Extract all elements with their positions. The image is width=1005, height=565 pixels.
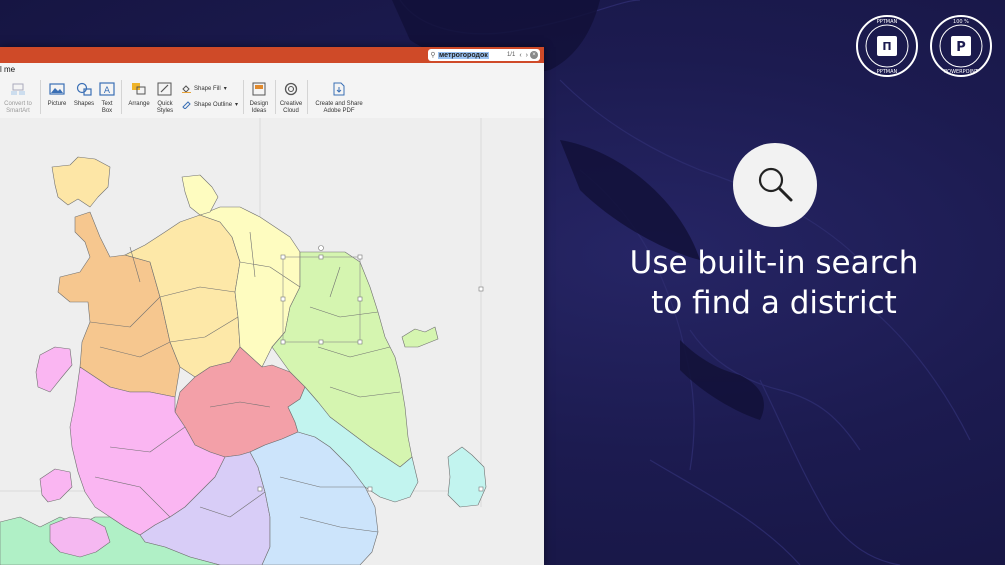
quick-styles-button[interactable]: Quick Styles — [153, 82, 177, 115]
search-next-icon[interactable]: › — [526, 52, 528, 59]
district-west-island — [35, 346, 73, 393]
shape-fill-button[interactable]: Shape Fill ▾ — [182, 84, 227, 93]
textbox-button[interactable]: A Text Box — [97, 82, 117, 115]
magnifier-glyph-icon — [758, 167, 793, 202]
pdf-icon — [333, 82, 345, 96]
search-icon: ⚲ — [430, 52, 436, 59]
arrange-button[interactable]: Arrange — [126, 82, 152, 108]
district-southeast-island — [447, 446, 487, 508]
convert-smartart-button[interactable]: Convert to SmartArt — [2, 82, 34, 115]
svg-text:PPTMAN: PPTMAN — [877, 69, 898, 75]
search-input[interactable]: метрогородок — [438, 51, 489, 59]
powerpoint-window: ⚲ метрогородок 1/1 ‹ › × l me Convert to… — [0, 47, 544, 565]
picture-label: Picture — [47, 101, 67, 107]
search-result-count: 1/1 — [506, 52, 516, 58]
creative-cloud-icon — [284, 82, 298, 96]
picture-button[interactable]: Picture — [45, 82, 69, 108]
svg-text:POWERPOINT: POWERPOINT — [944, 69, 979, 75]
ribbon-tabs: l me — [0, 63, 544, 76]
create-pdf-button[interactable]: Create and Share Adobe PDF — [312, 82, 366, 115]
editable-powerpoint-badge: P 100 % POWERPOINT — [930, 15, 992, 77]
ribbon-divider — [121, 80, 122, 114]
arrange-label: Arrange — [128, 101, 150, 107]
paint-bucket-icon — [182, 85, 191, 93]
svg-text:П: П — [882, 40, 891, 53]
shapes-label: Shapes — [73, 101, 95, 107]
headline-line-2: to find a district — [651, 285, 897, 321]
ribbon-divider — [307, 80, 308, 114]
design-ideas-icon — [252, 82, 266, 96]
ribbon: Convert to SmartArt Picture Shapes A Tex… — [0, 76, 544, 119]
create-pdf-label: Create and Share Adobe PDF — [315, 101, 363, 114]
svg-text:PPTMAN: PPTMAN — [877, 19, 898, 25]
arrange-icon — [132, 83, 146, 95]
slide-canvas[interactable] — [0, 118, 544, 565]
pen-icon — [182, 101, 191, 109]
svg-text:100 %: 100 % — [953, 19, 969, 25]
chevron-down-icon: ▾ — [223, 86, 227, 92]
textbox-label: Text Box — [101, 101, 113, 114]
pptman-badge: П PPTMAN PPTMAN — [856, 15, 918, 77]
title-bar: ⚲ метрогородок 1/1 ‹ › × — [0, 47, 544, 63]
smartart-icon — [11, 83, 25, 95]
search-box[interactable]: ⚲ метрогородок 1/1 ‹ › × — [428, 49, 540, 61]
svg-text:A: A — [104, 86, 111, 96]
textbox-icon: A — [99, 82, 115, 96]
ribbon-divider — [243, 80, 244, 114]
shapes-icon — [76, 82, 92, 96]
design-ideas-button[interactable]: Design Ideas — [247, 82, 271, 115]
district-zelenograd — [51, 156, 111, 208]
chevron-down-icon: ▾ — [235, 102, 239, 108]
district-east-island — [401, 326, 439, 348]
quick-styles-icon — [157, 82, 172, 96]
creative-cloud-button[interactable]: Creative Cloud — [279, 82, 303, 115]
picture-icon — [49, 83, 65, 95]
ribbon-divider — [40, 80, 41, 114]
ribbon-divider — [275, 80, 276, 114]
search-clear-icon[interactable]: × — [530, 51, 538, 59]
quick-styles-label: Quick Styles — [156, 101, 174, 114]
svg-text:P: P — [956, 40, 966, 55]
shape-fill-label: Shape Fill — [194, 85, 221, 92]
shape-outline-label: Shape Outline — [194, 101, 233, 108]
district-north-spike — [181, 174, 219, 216]
badges: П PPTMAN PPTMAN P 100 % POWERPOINT — [855, 14, 993, 78]
district-west-island-2 — [39, 468, 73, 503]
moscow-district-map[interactable] — [0, 118, 544, 565]
search-prev-icon[interactable]: ‹ — [519, 52, 521, 59]
convert-smartart-label: Convert to SmartArt — [4, 101, 32, 114]
headline-line-1: Use built-in search — [629, 245, 919, 281]
shapes-button[interactable]: Shapes — [72, 82, 96, 108]
headline: Use built-in search to find a district — [600, 243, 948, 323]
shape-outline-button[interactable]: Shape Outline ▾ — [182, 100, 238, 109]
design-ideas-label: Design Ideas — [249, 101, 269, 114]
tell-me-fragment[interactable]: l me — [0, 65, 15, 74]
magnifier-icon — [733, 143, 817, 227]
creative-cloud-label: Creative Cloud — [279, 101, 303, 114]
